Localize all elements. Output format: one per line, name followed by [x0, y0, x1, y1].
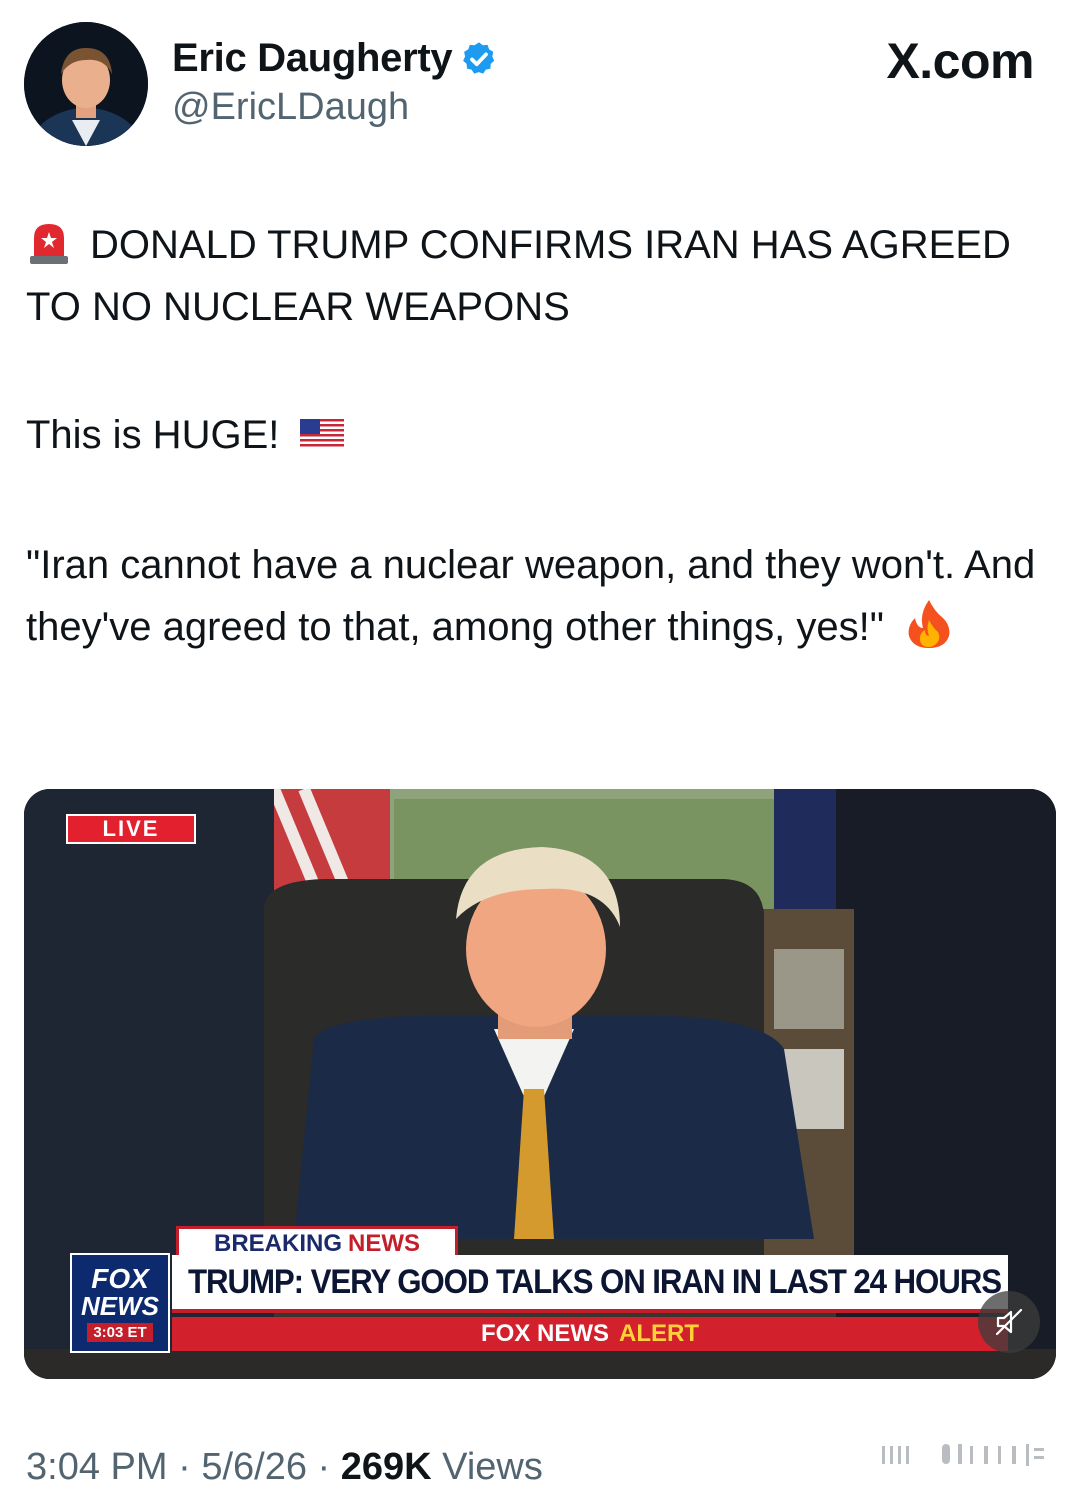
author-display-name[interactable]: Eric Daugherty [172, 36, 453, 81]
tweet-paragraph-3: "Iran cannot have a nuclear weapon, and … [26, 534, 1036, 658]
tweet-quote-text: "Iran cannot have a nuclear weapon, and … [26, 543, 1036, 649]
author-avatar[interactable] [24, 22, 148, 146]
fox-news-logo: FOX NEWS 3:03 ET [70, 1253, 170, 1353]
verified-badge-icon [463, 41, 495, 74]
avatar-image [24, 22, 148, 146]
breaking-label: BREAKING [213, 1229, 342, 1257]
broadcast-time: 3:03 ET [87, 1322, 153, 1342]
live-badge: LIVE [66, 814, 196, 844]
fox-news-alert-bar: FOX NEWS ALERT [172, 1317, 1008, 1351]
mute-toggle-button[interactable] [978, 1291, 1040, 1353]
tweet-date[interactable]: 5/6/26 [201, 1446, 307, 1488]
fire-icon [908, 600, 950, 649]
views-label: Views [442, 1446, 543, 1488]
chyron-headline: TRUMP: VERY GOOD TALKS ON IRAN IN LAST 2… [188, 1262, 1002, 1301]
tweet-video[interactable]: LIVE BREAKING NEWS FOX NEWS 3:03 ET TRUM… [24, 789, 1056, 1379]
tweet-headline-text: DONALD TRUMP CONFIRMS IRAN HAS AGREED TO… [26, 223, 1011, 329]
muted-speaker-icon [995, 1308, 1023, 1336]
fox-logo-line-1: FOX [91, 1262, 149, 1294]
separator-dot: · [178, 1446, 202, 1488]
author-handle[interactable]: @EricLDaugh [172, 86, 409, 129]
news-label: NEWS [348, 1229, 420, 1257]
tweet-meta: 3:04 PM · 5/6/26 · 269K Views [26, 1446, 543, 1489]
tweet-huge-text: This is HUGE! [26, 413, 280, 457]
breaking-news-tab: BREAKING NEWS [176, 1226, 458, 1258]
tweet-time[interactable]: 3:04 PM [26, 1446, 168, 1488]
alert-word: ALERT [619, 1320, 699, 1347]
views-count: 269K [340, 1446, 432, 1488]
tweet-paragraph-2: This is HUGE! [26, 404, 1036, 466]
chyron-headline-bar: TRUMP: VERY GOOD TALKS ON IRAN IN LAST 2… [172, 1255, 1008, 1313]
tweet-paragraph-1: DONALD TRUMP CONFIRMS IRAN HAS AGREED TO… [26, 214, 1036, 338]
watermark-glyph [882, 1444, 1044, 1466]
site-label: X.com [886, 33, 1034, 89]
alert-brand: FOX NEWS [480, 1320, 609, 1347]
rotating-light-icon [30, 224, 68, 265]
us-flag-icon [300, 419, 345, 450]
separator-dot: · [317, 1446, 341, 1488]
author-name-row[interactable]: Eric Daugherty [172, 36, 498, 81]
site-wordmark: X.com [886, 32, 1034, 90]
fox-logo-line-2: NEWS [81, 1290, 159, 1321]
